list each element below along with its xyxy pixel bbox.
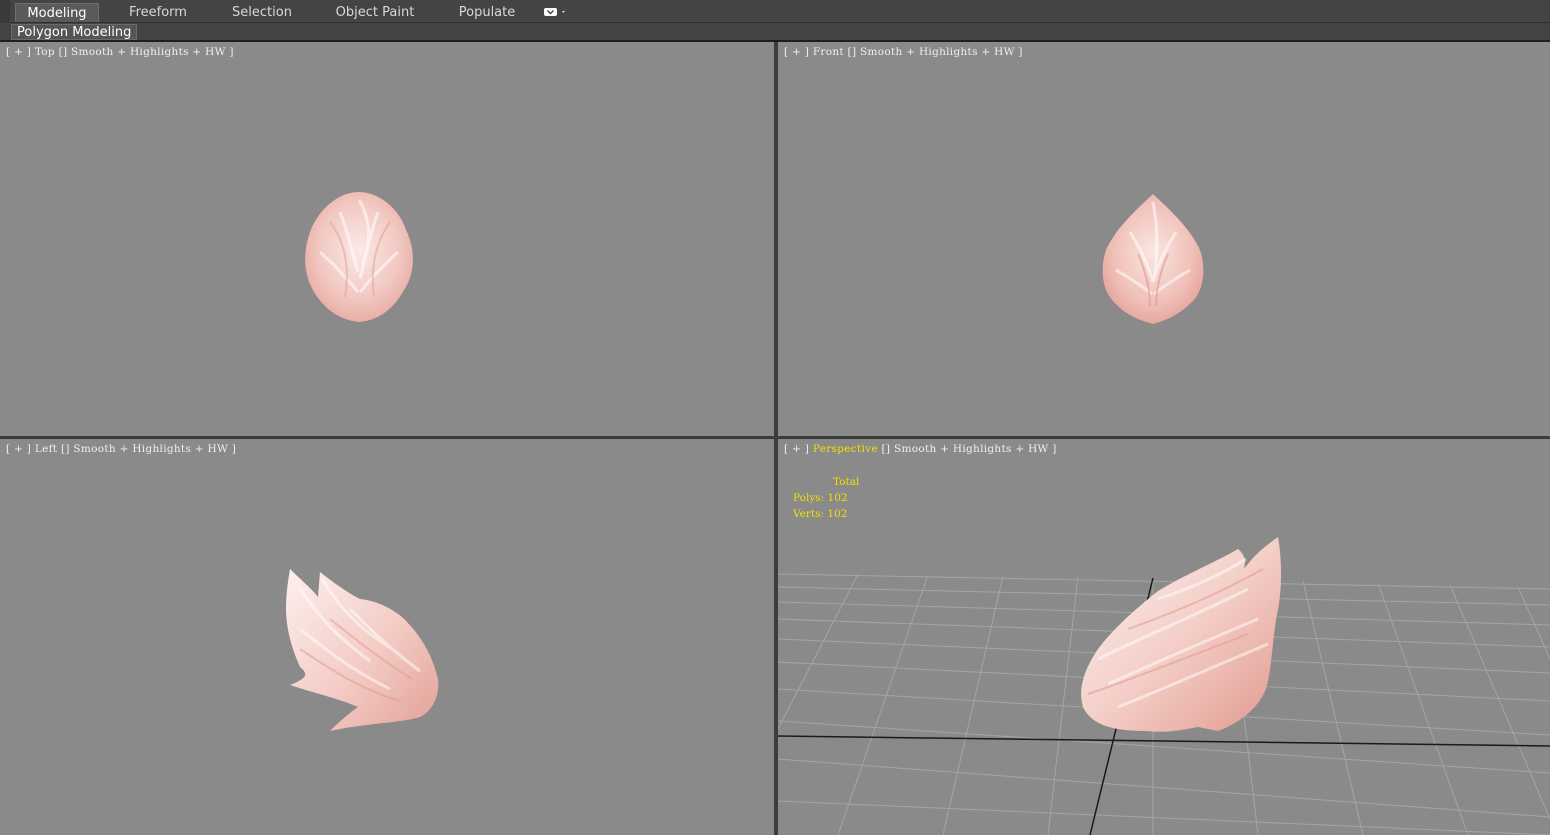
tab-freeform[interactable]: Freeform bbox=[115, 3, 201, 22]
ribbon-grip bbox=[0, 0, 10, 23]
viewport-perspective[interactable]: [ + ] Perspective [] Smooth + Highlights… bbox=[778, 439, 1550, 835]
statistics-overlay: Total Polys: 102 Verts: 102 bbox=[793, 474, 859, 522]
stats-polys: Polys: 102 bbox=[793, 492, 848, 504]
tab-selection[interactable]: Selection bbox=[220, 3, 304, 22]
tab-populate[interactable]: Populate bbox=[447, 3, 527, 22]
mesh-left-view bbox=[286, 569, 439, 731]
mesh-front-view bbox=[1102, 194, 1204, 324]
ribbon-panel-bar: Polygon Modeling bbox=[0, 23, 1550, 42]
tab-modeling[interactable]: Modeling bbox=[15, 3, 99, 22]
options-dropdown-icon[interactable] bbox=[543, 6, 571, 18]
stats-verts: Verts: 102 bbox=[793, 508, 848, 520]
ribbon-tab-bar: Modeling Freeform Selection Object Paint… bbox=[0, 0, 1550, 23]
tab-object-paint[interactable]: Object Paint bbox=[325, 3, 425, 22]
viewport-top[interactable]: [ + ] Top [] Smooth + Highlights + HW ] bbox=[0, 42, 774, 436]
viewport-front[interactable]: [ + ] Front [] Smooth + Highlights + HW … bbox=[778, 42, 1550, 436]
mesh-top-view bbox=[305, 192, 413, 322]
polygon-modeling-panel[interactable]: Polygon Modeling bbox=[11, 24, 138, 40]
viewport-perspective-label[interactable]: [ + ] Perspective [] Smooth + Highlights… bbox=[784, 443, 1057, 455]
viewport-left[interactable]: [ + ] Left [] Smooth + Highlights + HW ] bbox=[0, 439, 774, 835]
viewport-divider-horizontal[interactable] bbox=[0, 436, 1550, 439]
perspective-grid bbox=[778, 537, 1550, 835]
stats-total-header: Total bbox=[833, 476, 860, 488]
